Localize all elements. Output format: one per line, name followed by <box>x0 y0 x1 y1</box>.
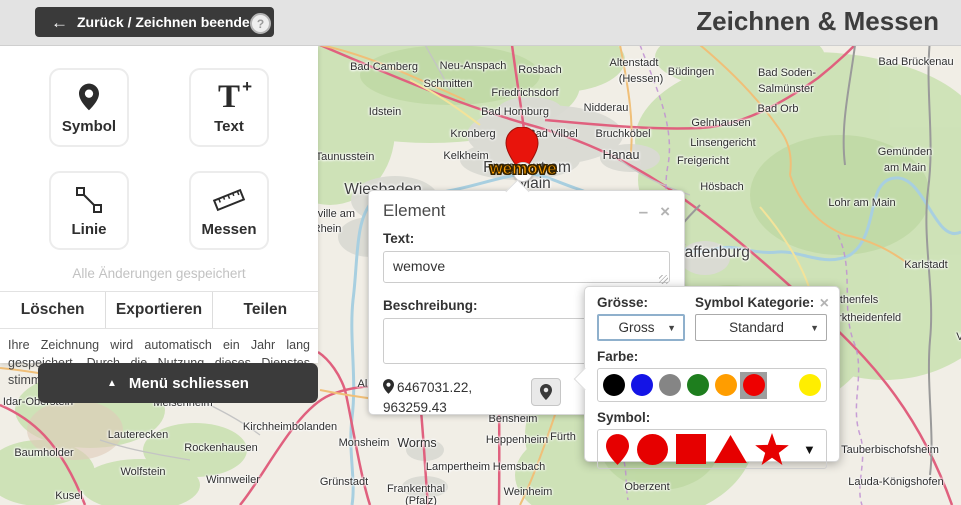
marker-label: wemove <box>483 159 563 179</box>
close-icon[interactable]: × <box>820 295 829 313</box>
help-icon[interactable]: ? <box>250 13 271 34</box>
size-select[interactable]: Gross ▼ <box>597 314 685 341</box>
swatch-circle <box>603 374 625 396</box>
tool-label: Messen <box>201 221 256 238</box>
swatch-circle <box>659 374 681 396</box>
chevron-down-icon: ▼ <box>810 323 819 333</box>
tool-grid: Symbol T+ Text Linie <box>0 45 318 250</box>
color-swatch-red[interactable] <box>740 372 767 399</box>
menu-close-label: Menü schliessen <box>129 375 249 392</box>
chevron-up-icon: ▲ <box>107 378 117 389</box>
color-label: Farbe: <box>597 349 827 364</box>
more-symbols-dropdown-icon[interactable]: ▼ <box>803 442 816 457</box>
color-swatch-green[interactable] <box>685 372 712 399</box>
text-field-label: Text: <box>383 231 670 246</box>
back-arrow-icon: ← <box>51 14 68 31</box>
action-row: Löschen Exportieren Teilen <box>0 291 318 329</box>
minimize-icon[interactable]: – <box>639 203 648 220</box>
swatch-circle <box>715 374 737 396</box>
category-label: Symbol Kategorie: <box>695 295 827 310</box>
export-button[interactable]: Exportieren <box>105 292 211 328</box>
place-symbol-button[interactable] <box>531 378 561 406</box>
symbol-option-triangle[interactable] <box>714 435 747 463</box>
symbol-row: ▼ <box>597 429 827 469</box>
line-icon <box>75 183 103 217</box>
tool-text[interactable]: T+ Text <box>189 68 269 147</box>
swatch-circle <box>799 374 821 396</box>
close-icon[interactable]: × <box>660 203 670 220</box>
popup-header: Element – × <box>383 201 670 221</box>
symbol-style-panel: × Grösse: Gross ▼ Symbol Kategorie: Stan… <box>584 286 840 462</box>
header-bar: ← Zurück / Zeichnen beenden ? Zeichnen &… <box>0 0 961 46</box>
size-label: Grösse: <box>597 295 685 310</box>
panel-selects-row: Grösse: Gross ▼ Symbol Kategorie: Standa… <box>597 295 827 341</box>
popup-title: Element <box>383 201 627 221</box>
tool-measure[interactable]: Messen <box>189 171 269 250</box>
swatch-circle <box>687 374 709 396</box>
symbol-option-pin[interactable] <box>606 434 629 465</box>
category-select[interactable]: Standard ▼ <box>695 314 827 341</box>
save-status-text: Alle Änderungen gespeichert <box>0 266 318 281</box>
page-title: Zeichnen & Messen <box>696 6 939 37</box>
size-select-value: Gross <box>606 320 667 335</box>
swatch-circle <box>743 374 765 396</box>
delete-button[interactable]: Löschen <box>0 292 105 328</box>
tool-symbol[interactable]: Symbol <box>49 68 129 147</box>
color-row <box>597 368 827 402</box>
color-swatch-black[interactable] <box>601 372 628 399</box>
color-swatch-gray[interactable] <box>657 372 684 399</box>
tool-label: Symbol <box>62 118 116 135</box>
share-button[interactable]: Teilen <box>212 292 318 328</box>
symbol-option-square[interactable] <box>676 434 706 464</box>
symbol-option-circle[interactable] <box>637 434 668 465</box>
pin-icon <box>79 80 99 114</box>
coordinates-value: 6467031.22, 963259.43 <box>383 380 472 415</box>
color-swatch-orange[interactable] <box>713 372 740 399</box>
drawing-sidebar: Symbol T+ Text Linie <box>0 45 318 363</box>
ruler-icon <box>212 183 246 217</box>
symbol-label: Symbol: <box>597 410 827 425</box>
color-swatch-yellow[interactable] <box>796 372 823 399</box>
text-plus-icon: T+ <box>218 80 240 114</box>
pin-icon <box>383 379 394 394</box>
color-swatch-blue[interactable] <box>629 372 656 399</box>
tool-line[interactable]: Linie <box>49 171 129 250</box>
swatch-circle <box>771 374 793 396</box>
tool-label: Text <box>214 118 244 135</box>
color-swatch-white[interactable] <box>768 372 795 399</box>
menu-close-button[interactable]: ▲ Menü schliessen <box>38 363 318 403</box>
swatch-circle <box>631 374 653 396</box>
category-select-value: Standard <box>703 320 810 335</box>
back-button-label: Zurück / Zeichnen beenden <box>77 14 258 30</box>
back-button[interactable]: ← Zurück / Zeichnen beenden <box>35 7 274 37</box>
pin-icon <box>540 384 552 400</box>
text-input[interactable]: wemove <box>383 251 670 283</box>
tool-label: Linie <box>71 221 106 238</box>
coordinates-text: 6467031.22, 963259.43 <box>383 378 513 417</box>
chevron-down-icon: ▼ <box>667 323 676 333</box>
symbol-option-star[interactable] <box>755 433 789 465</box>
